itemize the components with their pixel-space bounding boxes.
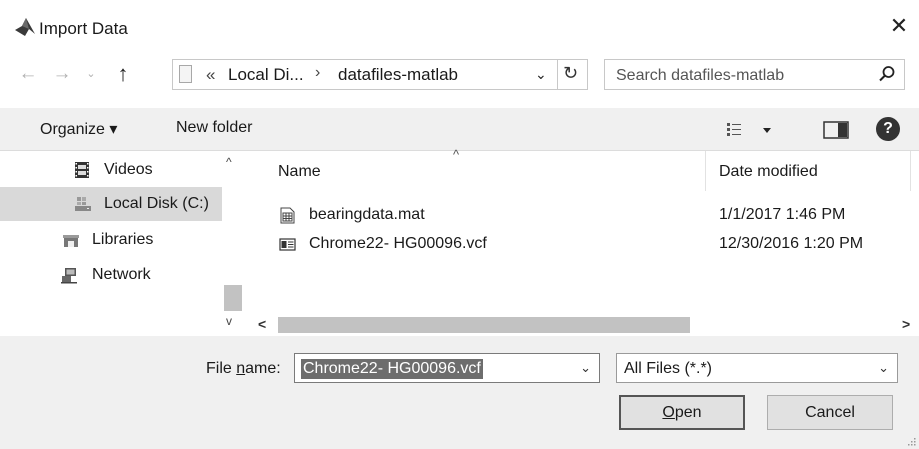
file-name-combobox[interactable]: Chrome22- HG00096.vcf ⌄ (294, 353, 600, 383)
title-bar: Import Data ✕ (0, 0, 919, 50)
navigation-bar: ← → ⌄ ↑ « Local Di... › datafiles-matlab… (0, 52, 919, 98)
breadcrumb-datafiles-matlab[interactable]: datafiles-matlab (338, 65, 458, 85)
mat-file-icon (280, 207, 295, 224)
up-arrow-icon: ↑ (117, 61, 129, 86)
search-input[interactable] (605, 60, 878, 91)
file-list: ^ Name Date modified bearingdata.mat 1/1… (250, 147, 919, 336)
help-button[interactable]: ? (876, 117, 900, 141)
import-data-dialog: Import Data ✕ ← → ⌄ ↑ « Local Di... › da… (0, 0, 919, 449)
view-options-icon[interactable] (725, 119, 785, 141)
column-divider[interactable] (910, 151, 911, 191)
network-icon (61, 268, 77, 284)
scroll-left-icon[interactable]: < (258, 316, 266, 332)
chevron-down-icon[interactable]: ⌄ (878, 360, 889, 376)
scroll-thumb[interactable] (224, 285, 242, 311)
search-icon[interactable] (878, 65, 896, 83)
preview-pane-icon[interactable] (823, 121, 849, 139)
help-icon: ? (883, 120, 893, 137)
file-date: 12/30/2016 1:20 PM (719, 235, 864, 252)
drive-icon (75, 197, 91, 211)
recent-locations-button[interactable]: ⌄ (84, 62, 98, 86)
file-date: 1/1/2017 1:46 PM (719, 206, 846, 223)
address-divider (557, 60, 558, 89)
horizontal-scrollbar[interactable]: < > (250, 314, 919, 336)
open-button[interactable]: Open (619, 395, 745, 430)
nav-item-local-disk[interactable]: Local Disk (C:) (0, 187, 222, 221)
video-icon (75, 162, 89, 178)
search-box[interactable] (604, 59, 905, 91)
column-divider[interactable] (705, 151, 706, 191)
column-header-date-modified[interactable]: Date modified (719, 163, 818, 203)
scroll-right-icon[interactable]: > (902, 316, 910, 332)
hidden-path-chevron[interactable]: « (206, 65, 215, 85)
sort-ascending-icon: ^ (453, 147, 460, 162)
new-folder-button[interactable]: New folder (176, 119, 252, 137)
cancel-button[interactable]: Cancel (767, 395, 893, 430)
matlab-icon (15, 18, 35, 36)
nav-item-network[interactable]: Network (0, 258, 222, 292)
window-title: Import Data (39, 19, 128, 38)
forward-arrow-icon: → (52, 63, 72, 84)
nav-scrollbar[interactable]: ^ v (222, 151, 244, 336)
file-name: Chrome22- HG00096.vcf (309, 235, 487, 252)
back-button[interactable]: ← (18, 62, 38, 86)
command-toolbar: Organize ▾ New folder ? (0, 108, 919, 151)
file-row-bearingdata[interactable]: bearingdata.mat 1/1/2017 1:46 PM (250, 202, 919, 230)
file-name-input[interactable]: Chrome22- HG00096.vcf (301, 359, 483, 379)
column-header-name[interactable]: Name (278, 163, 321, 203)
breadcrumb-local-disk[interactable]: Local Di... (228, 65, 304, 85)
contact-card-icon (279, 238, 296, 251)
nav-item-label: Videos (104, 161, 153, 178)
chevron-down-icon[interactable]: ⌄ (580, 360, 591, 376)
file-name: bearingdata.mat (309, 206, 425, 223)
nav-item-libraries[interactable]: Libraries (0, 223, 222, 257)
file-type-value: All Files (*.*) (624, 360, 713, 377)
refresh-icon[interactable]: ↻ (563, 63, 578, 84)
address-bar[interactable]: « Local Di... › datafiles-matlab ⌄ ↻ (172, 59, 588, 90)
file-row-chrome22-vcf[interactable]: Chrome22- HG00096.vcf 12/30/2016 1:20 PM (250, 231, 919, 259)
back-arrow-icon: ← (18, 63, 38, 84)
folder-icon (179, 65, 192, 83)
scroll-down-icon[interactable]: v (226, 314, 232, 328)
file-type-select[interactable]: All Files (*.*) ⌄ (616, 353, 898, 383)
organize-button[interactable]: Organize ▾ (40, 119, 117, 139)
nav-item-label: Network (92, 266, 151, 283)
up-button[interactable]: ↑ (113, 62, 133, 86)
scroll-thumb[interactable] (278, 317, 690, 333)
library-icon (63, 235, 79, 247)
nav-item-label: Libraries (92, 231, 154, 248)
scroll-up-icon[interactable]: ^ (226, 155, 232, 169)
resize-grip-icon[interactable] (906, 436, 916, 446)
nav-item-label: Local Disk (C:) (104, 195, 209, 212)
close-icon: ✕ (889, 13, 909, 38)
breadcrumb-separator-icon[interactable]: › (315, 64, 320, 82)
nav-item-videos[interactable]: Videos (0, 153, 222, 187)
chevron-down-icon: ⌄ (86, 68, 96, 80)
forward-button[interactable]: → (52, 62, 72, 86)
file-name-label: File name: (206, 360, 281, 377)
file-name-area: File name: Chrome22- HG00096.vcf ⌄ All F… (0, 336, 919, 449)
navigation-pane: Videos Local Disk (C:) Libraries Network… (0, 151, 248, 336)
address-dropdown-icon[interactable]: ⌄ (535, 66, 547, 83)
close-button[interactable]: ✕ (885, 12, 913, 40)
